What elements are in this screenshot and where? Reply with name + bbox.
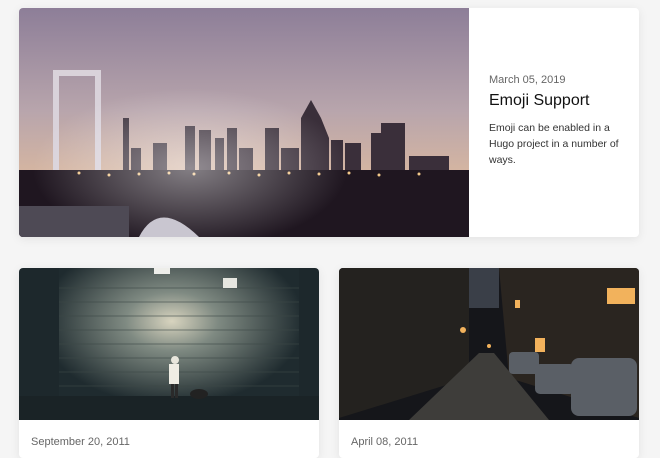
night-street-photo [339,268,639,420]
post-title-link[interactable]: Emoji Support [489,92,629,110]
city-skyline-photo [19,8,469,237]
post-image[interactable] [19,268,319,420]
featured-post-body: March 05, 2019 Emoji Support Emoji can b… [489,8,629,168]
featured-post-card[interactable]: March 05, 2019 Emoji Support Emoji can b… [19,8,639,237]
post-card[interactable]: September 20, 2011 [19,268,319,458]
post-card[interactable]: April 08, 2011 [339,268,639,458]
post-excerpt: Emoji can be enabled in a Hugo project i… [489,122,619,166]
post-date: April 08, 2011 [351,436,419,448]
wall-lamp-night-photo [19,268,319,420]
post-date: March 05, 2019 [489,74,566,86]
post-image[interactable] [339,268,639,420]
post-date: September 20, 2011 [31,436,130,448]
featured-post-image[interactable] [19,8,469,237]
